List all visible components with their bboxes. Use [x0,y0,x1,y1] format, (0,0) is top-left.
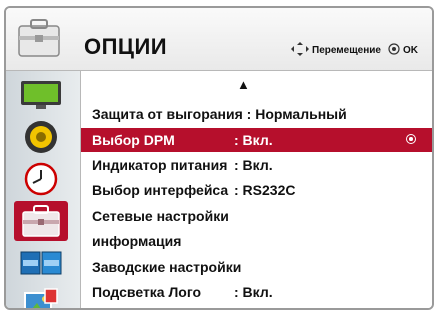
menu-item-value: : Вкл. [234,132,273,148]
menu-item-logo-backlight[interactable]: Подсветка Лого : Вкл. [81,280,432,304]
menu-list: ▲ Защита от выгорания : Нормальный Выбор… [81,71,432,308]
page-title: ОПЦИИ [84,34,168,59]
input-panels-icon [20,251,62,275]
toolbox-icon [22,205,60,237]
selected-radio-icon [406,134,416,144]
menu-item-factory-reset[interactable]: Заводские настройки [81,255,432,279]
photo-icon [24,288,58,308]
menu-item-burn-in-protection[interactable]: Защита от выгорания : Нормальный [81,102,432,126]
menu-item-label: Выбор DPM [92,132,175,148]
menu-item-information[interactable]: информация [81,229,432,253]
monitor-icon [21,81,61,109]
ok-button-icon [388,43,400,58]
menu-item-label: Сетевые настройки [92,208,229,224]
menu-item-value: : Вкл. [234,284,273,300]
clock-icon [24,162,58,196]
toolbox-icon [16,16,62,62]
sidebar-item-time[interactable] [14,159,68,199]
menu-item-value: : RS232C [234,182,296,198]
sidebar [6,71,81,308]
osd-menu-window: ОПЦИИ Перемещение OK ▲ Защита от выгоран… [4,6,434,310]
menu-item-power-indicator[interactable]: Индикатор питания : Вкл. [81,153,432,177]
menu-item-interface-select[interactable]: Выбор интерфейса : RS232C [81,178,432,202]
speaker-icon [25,121,57,153]
scroll-up-arrow[interactable]: ▲ [237,77,250,92]
sidebar-item-media[interactable] [14,283,68,308]
menu-item-label: информация [92,233,182,249]
nav-hint: Перемещение OK [291,42,418,59]
menu-item-label: Защита от выгорания : Нормальный [92,106,347,122]
sidebar-item-audio[interactable] [14,117,68,157]
sidebar-item-picture[interactable] [14,75,68,115]
menu-item-dpm-select[interactable]: Выбор DPM : Вкл. [81,128,432,152]
menu-item-label: Выбор интерфейса [92,182,229,198]
nav-arrows-icon [291,42,309,59]
menu-item-value: : Вкл. [234,157,273,173]
menu-header: ОПЦИИ Перемещение OK [6,8,432,71]
nav-hint-label: Перемещение [312,45,381,56]
sidebar-item-input[interactable] [14,243,68,283]
menu-item-label: Индикатор питания [92,157,228,173]
menu-item-label: Заводские настройки [92,259,242,275]
sidebar-item-options[interactable] [14,201,68,241]
ok-hint-label: OK [403,45,418,56]
menu-item-label: Подсветка Лого [92,284,202,300]
menu-item-network-settings[interactable]: Сетевые настройки [81,204,432,228]
